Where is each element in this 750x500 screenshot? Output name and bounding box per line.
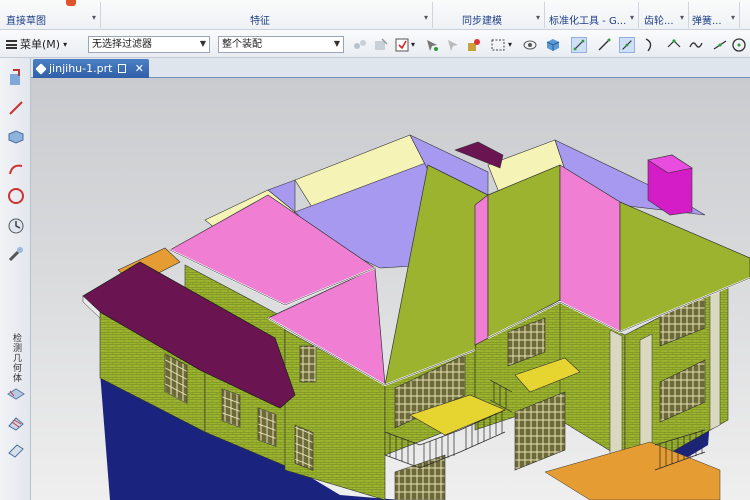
document-icon xyxy=(118,64,127,73)
graphics-viewport[interactable] xyxy=(31,78,750,500)
snap-spline-icon[interactable] xyxy=(688,37,704,53)
circle-icon[interactable] xyxy=(6,186,26,206)
chevron-down-icon: ▾ xyxy=(63,39,68,49)
selection-scope-value: 整个装配 xyxy=(222,39,262,50)
ribbon-group-gear[interactable]: 齿轮... xyxy=(644,12,674,27)
ribbon-group-spring[interactable]: 弹簧... xyxy=(692,12,722,27)
ribbon-accent xyxy=(66,0,76,6)
sheet-icon[interactable] xyxy=(6,440,26,460)
chevron-down-icon: ▼ xyxy=(333,39,340,48)
ribbon-separator xyxy=(100,2,101,28)
menu-button-label: 菜单(M) xyxy=(20,38,61,51)
part-navigator-icon[interactable] xyxy=(6,68,26,88)
chevron-down-icon[interactable]: ▾ xyxy=(92,13,96,22)
selection-filter-value: 无选择过滤器 xyxy=(92,39,152,50)
chevron-down-icon[interactable]: ▾ xyxy=(731,13,735,22)
window xyxy=(221,388,241,428)
select-features-icon[interactable] xyxy=(373,37,389,53)
snap-center-icon[interactable] xyxy=(731,37,747,53)
snap-tangent-icon[interactable] xyxy=(712,37,728,53)
ribbon-separator xyxy=(638,2,639,28)
selection-toolbar: 菜单(M) ▾ 无选择过滤器 ▼ 整个装配 ▼ ▾ ▾ xyxy=(0,30,750,58)
ribbon-separator xyxy=(688,2,689,28)
chevron-down-icon[interactable]: ▾ xyxy=(424,13,428,22)
snap-endpoints-icon[interactable] xyxy=(571,37,587,53)
ribbon-group-direct-sketch[interactable]: 直接草图 xyxy=(6,12,46,27)
component-select-icon[interactable] xyxy=(466,37,482,53)
snap-intersection-icon[interactable] xyxy=(666,37,682,53)
ribbon-group-sync-modeling[interactable]: 同步建模 xyxy=(462,12,502,27)
surface-icon[interactable] xyxy=(6,384,26,404)
snap-midpoint-icon[interactable] xyxy=(619,37,635,53)
ribbon-separator xyxy=(544,2,545,28)
window xyxy=(299,345,317,383)
chevron-down-icon[interactable]: ▾ xyxy=(536,13,540,22)
chevron-down-icon[interactable]: ▾ xyxy=(630,13,634,22)
ribbon-separator xyxy=(432,2,433,28)
window xyxy=(257,407,277,447)
document-tab[interactable]: jinjihu-1.prt ✕ xyxy=(33,59,149,78)
line-icon[interactable] xyxy=(6,98,26,118)
selection-filter-dropdown[interactable]: 无选择过滤器 ▼ xyxy=(88,36,210,53)
hamburger-icon xyxy=(6,39,17,49)
chevron-down-icon: ▼ xyxy=(199,39,206,48)
document-tab-strip: jinjihu-1.prt ✕ xyxy=(31,58,750,78)
resource-bar: 检测几何体 xyxy=(0,58,31,500)
chevron-down-icon[interactable]: ▾ xyxy=(411,40,415,49)
inspect-geometry-label[interactable]: 检测几何体 xyxy=(9,333,23,383)
ribbon-separator xyxy=(739,2,740,28)
ribbon-group-features[interactable]: 特征 xyxy=(250,12,270,27)
pin-icon xyxy=(35,62,47,75)
selection-box-icon[interactable] xyxy=(394,37,410,53)
selection-scope-dropdown[interactable]: 整个装配 ▼ xyxy=(218,36,344,53)
arrow-select-icon[interactable] xyxy=(424,37,440,53)
document-tab-label: jinjihu-1.prt xyxy=(49,62,113,75)
block-icon[interactable] xyxy=(6,126,26,146)
ribbon-group-bar: 直接草图 ▾ 特征 ▾ 同步建模 ▾ 标准化工具 - G... ▾ 齿轮... … xyxy=(0,0,750,30)
menu-button[interactable]: 菜单(M) ▾ xyxy=(6,35,67,53)
history-icon[interactable] xyxy=(6,216,26,236)
window xyxy=(294,424,314,471)
house-model[interactable] xyxy=(31,78,750,500)
rectangle-select-icon[interactable] xyxy=(490,37,506,53)
chevron-down-icon[interactable]: ▾ xyxy=(508,40,512,49)
snap-group-icon[interactable] xyxy=(352,37,368,53)
column xyxy=(709,284,721,431)
snap-curve-icon[interactable] xyxy=(642,37,658,53)
mesh-icon[interactable] xyxy=(6,412,26,432)
arc-icon[interactable] xyxy=(6,160,26,180)
ribbon-group-std-tools[interactable]: 标准化工具 - G... xyxy=(549,12,626,27)
tool-icon[interactable] xyxy=(6,244,26,264)
view-icon[interactable] xyxy=(522,37,538,53)
cube-icon[interactable] xyxy=(545,37,561,53)
snap-line-icon[interactable] xyxy=(596,37,612,53)
column xyxy=(609,329,623,463)
roof-pink xyxy=(474,194,489,346)
chevron-down-icon[interactable]: ▾ xyxy=(680,13,684,22)
deselect-icon[interactable] xyxy=(445,37,461,53)
close-icon[interactable]: ✕ xyxy=(135,62,144,75)
